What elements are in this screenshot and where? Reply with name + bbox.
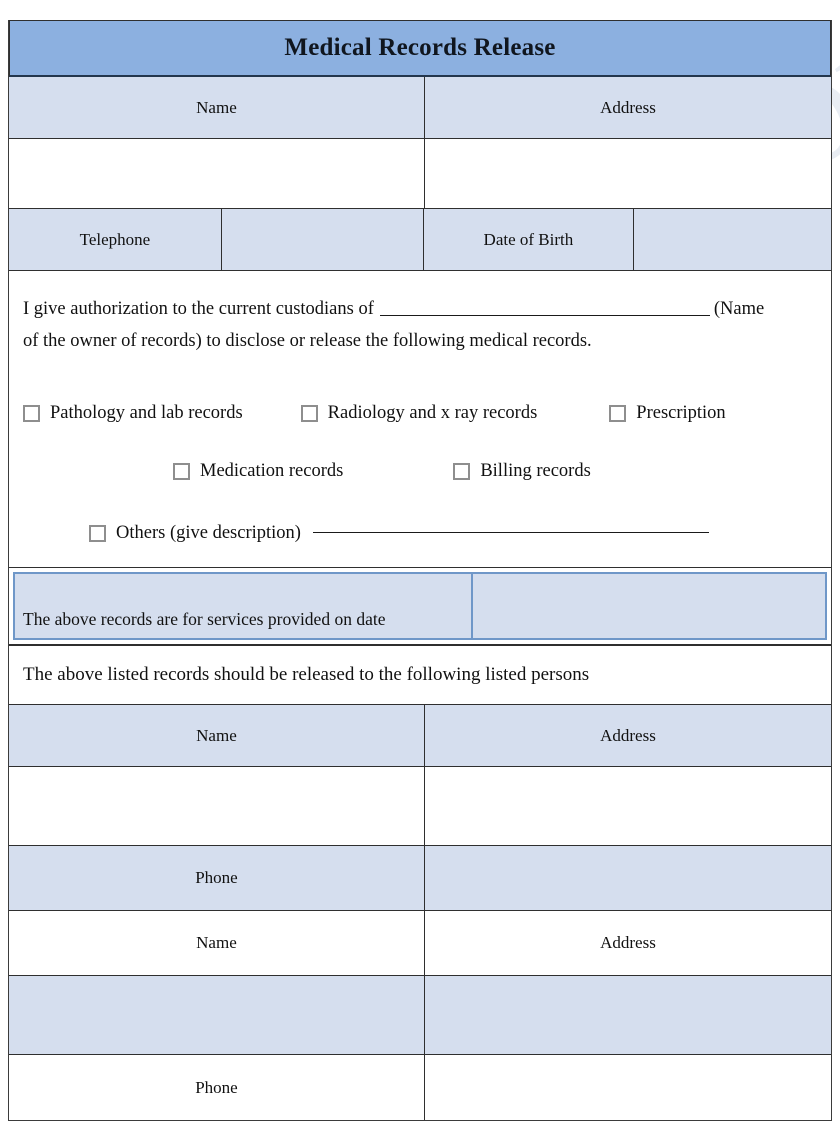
telephone-input[interactable] xyxy=(221,209,425,271)
service-date-section: The above records are for services provi… xyxy=(9,568,831,647)
recipient2-name-input[interactable] xyxy=(9,976,425,1056)
recipient1-phone-row: Phone xyxy=(9,846,831,912)
recipient1-phone-label: Phone xyxy=(9,846,425,912)
recipient2-phone-label: Phone xyxy=(9,1055,425,1121)
record-types-row-3: Others (give description) xyxy=(23,515,817,551)
patient-address-header: Address xyxy=(424,77,831,139)
checkbox-item-billing[interactable]: Billing records xyxy=(453,453,591,489)
page-title: Medical Records Release xyxy=(284,34,556,61)
checkbox-icon[interactable] xyxy=(173,462,190,480)
recipient2-header-row: Name Address xyxy=(9,911,831,977)
recipient1-name-input[interactable] xyxy=(9,767,425,847)
authorization-line-2: of the owner of records) to disclose or … xyxy=(23,331,592,352)
checkbox-item-pathology[interactable]: Pathology and lab records xyxy=(23,395,243,431)
recipient1-phone-input[interactable] xyxy=(424,846,831,912)
recipient2-name-header: Name xyxy=(9,911,425,977)
service-date-box: The above records are for services provi… xyxy=(13,572,827,641)
checkbox-icon[interactable] xyxy=(453,462,471,480)
record-types-row-1: Pathology and lab records Radiology and … xyxy=(23,395,817,431)
others-description-input[interactable] xyxy=(312,531,709,533)
patient-value-row xyxy=(9,139,831,209)
recipient1-address-header: Address xyxy=(424,705,831,768)
release-statement: The above listed records should be relea… xyxy=(9,646,831,706)
owner-of-records-input[interactable] xyxy=(379,314,710,316)
medical-records-release-form: Medical Records Release Name Address Tel… xyxy=(8,20,832,1121)
patient-name-input[interactable] xyxy=(9,139,425,209)
checkbox-label: Medication records xyxy=(200,461,344,482)
recipient1-value-row xyxy=(9,767,831,847)
authorization-text-after: (Name xyxy=(713,299,765,319)
telephone-label: Telephone xyxy=(9,209,222,271)
patient-address-input[interactable] xyxy=(424,139,831,209)
checkbox-item-others[interactable]: Others (give description) xyxy=(89,515,709,551)
checkbox-label: Billing records xyxy=(480,461,591,482)
recipient2-value-row xyxy=(9,976,831,1056)
recipient2-phone-row: Phone xyxy=(9,1055,831,1121)
checkbox-item-prescription[interactable]: Prescription xyxy=(609,395,726,431)
checkbox-icon[interactable] xyxy=(609,404,627,422)
patient-name-header: Name xyxy=(9,77,425,139)
authorization-line-1: I give authorization to the current cust… xyxy=(23,291,817,327)
recipient2-address-input[interactable] xyxy=(424,976,831,1056)
checkbox-label: Pathology and lab records xyxy=(50,403,243,424)
checkbox-icon[interactable] xyxy=(23,404,40,422)
checkbox-label: Others (give description) xyxy=(116,523,301,544)
checkbox-label: Radiology and x ray records xyxy=(327,403,538,424)
recipient1-name-header: Name xyxy=(9,705,425,768)
recipient2-phone-input[interactable] xyxy=(424,1055,831,1121)
checkbox-item-radiology[interactable]: Radiology and x ray records xyxy=(300,395,538,431)
checkbox-icon[interactable] xyxy=(89,524,106,542)
date-of-birth-input[interactable] xyxy=(633,209,831,271)
patient-header-row: Name Address xyxy=(9,77,831,139)
authorization-block: I give authorization to the current cust… xyxy=(9,271,831,569)
checkbox-item-medication[interactable]: Medication records xyxy=(173,453,343,489)
service-date-input[interactable] xyxy=(473,574,825,638)
checkbox-label: Prescription xyxy=(636,403,726,424)
checkbox-icon[interactable] xyxy=(300,404,318,422)
authorization-text-before: I give authorization to the current cust… xyxy=(23,299,374,319)
form-page: editableforms.com Medical Records Releas… xyxy=(0,0,840,1121)
service-date-label: The above records are for services provi… xyxy=(15,574,473,639)
form-title-bar: Medical Records Release xyxy=(9,20,831,77)
telephone-dob-row: Telephone Date of Birth xyxy=(9,209,831,271)
date-of-birth-label: Date of Birth xyxy=(424,209,634,271)
recipient2-address-header: Address xyxy=(424,911,831,977)
record-types-row-2: Medication records Billing records xyxy=(23,453,817,489)
recipient1-header-row: Name Address xyxy=(9,705,831,768)
recipient1-address-input[interactable] xyxy=(424,767,831,847)
